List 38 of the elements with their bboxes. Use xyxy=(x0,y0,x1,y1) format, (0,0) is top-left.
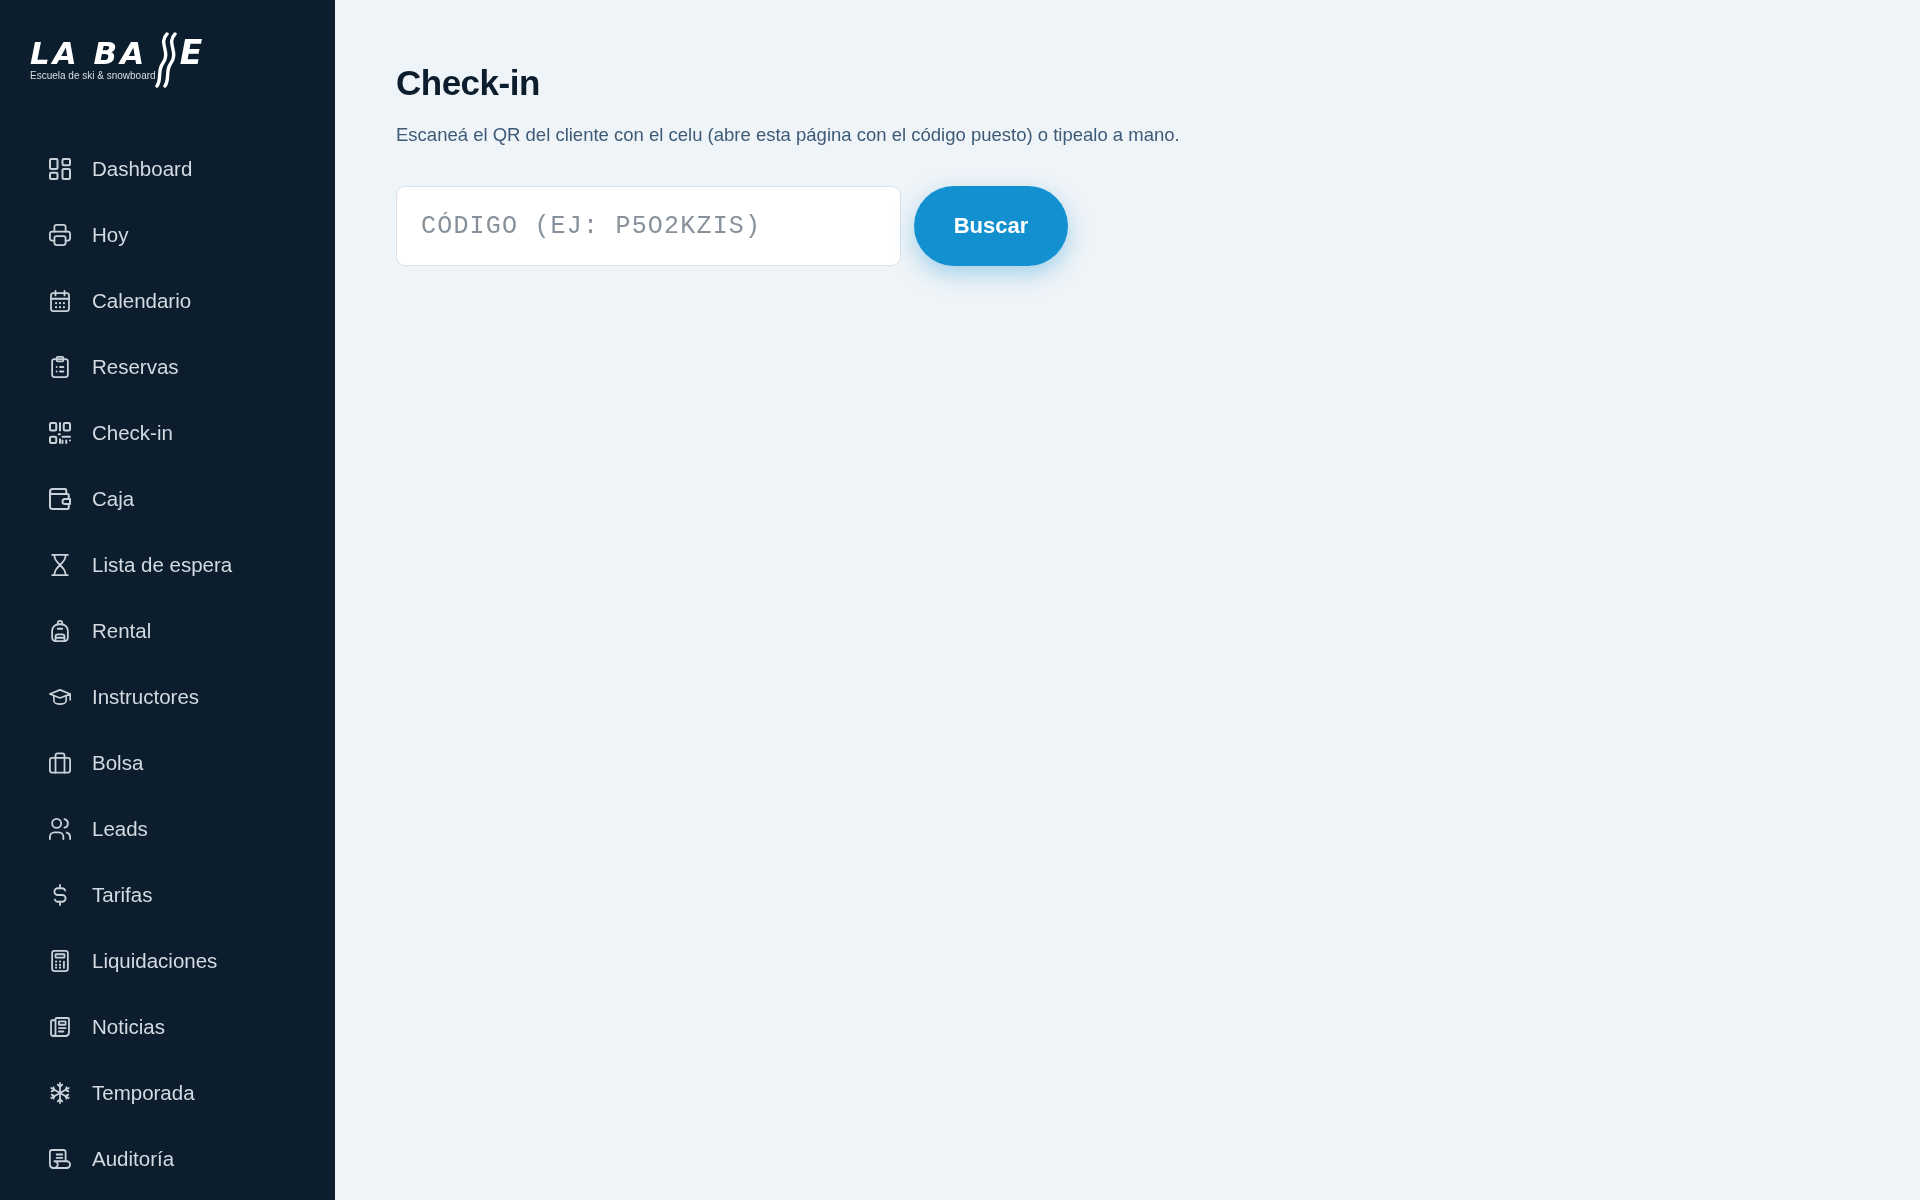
scroll-icon xyxy=(49,1148,71,1170)
nav-item[interactable]: Dashboard xyxy=(0,136,335,202)
logo-tagline: Escuela de ski & snowboard xyxy=(30,69,156,82)
graduation-cap-icon xyxy=(49,686,71,708)
users-icon xyxy=(49,818,71,840)
clipboard-icon xyxy=(49,356,71,378)
nav-item[interactable]: Check-in xyxy=(0,400,335,466)
nav-item[interactable]: Hoy xyxy=(0,202,335,268)
page-description: Escaneá el QR del cliente con el celu (abre esta página con el código puesto) o tipealo a mano. xyxy=(396,123,1181,147)
logo-wordmark: E xyxy=(179,40,203,66)
page-title: Check-in xyxy=(396,62,541,104)
nav-item[interactable]: Bolsa xyxy=(0,730,335,796)
nav-item[interactable]: Instructores xyxy=(0,664,335,730)
printer-icon xyxy=(49,224,71,246)
hourglass-icon xyxy=(49,554,71,576)
calendar-icon xyxy=(49,290,71,312)
briefcase-icon xyxy=(49,752,71,774)
grid-icon xyxy=(49,158,71,180)
nav-item[interactable]: Rental xyxy=(0,598,335,664)
wallet-icon xyxy=(49,488,71,510)
nav-item[interactable]: Liquidaciones xyxy=(0,928,335,994)
code-input-field[interactable]: CÓDIGO (EJ: P5O2KZIS) xyxy=(396,186,901,266)
snowflake-icon xyxy=(49,1082,71,1104)
nav-item[interactable]: Caja xyxy=(0,466,335,532)
nav-item[interactable]: Leads xyxy=(0,796,335,862)
search-button[interactable]: Buscar xyxy=(914,186,1068,266)
nav-item[interactable]: Temporada xyxy=(0,1060,335,1126)
nav-item[interactable]: Reservas xyxy=(0,334,335,400)
nav-item[interactable]: Auditoría xyxy=(0,1126,335,1192)
nav-item[interactable]: Lista de espera xyxy=(0,532,335,598)
nav-item[interactable]: Tarifas xyxy=(0,862,335,928)
backpack-icon xyxy=(49,620,71,642)
nav-item[interactable]: Noticias xyxy=(0,994,335,1060)
calculator-icon xyxy=(49,950,71,972)
qr-code-icon xyxy=(49,422,71,444)
newspaper-icon xyxy=(49,1016,71,1038)
nav-item[interactable]: Calendario xyxy=(0,268,335,334)
logo-wordmark: LA BA xyxy=(30,40,149,66)
